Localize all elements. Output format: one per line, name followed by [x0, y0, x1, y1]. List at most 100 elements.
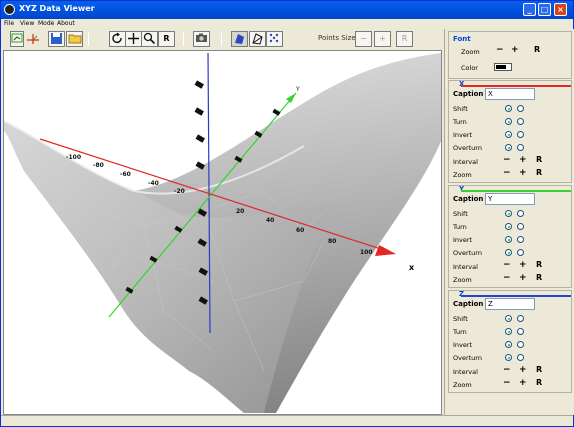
y-shift-radio-1[interactable] — [505, 210, 512, 217]
z-invert-radio-2[interactable] — [517, 341, 524, 348]
x-interval-reset-button[interactable]: R — [536, 155, 542, 164]
z-shift-radio-2[interactable] — [517, 315, 524, 322]
x-zoom-decrease-button[interactable]: − — [503, 168, 511, 178]
z-overturn-radio-1[interactable] — [505, 354, 512, 361]
settings-panel: Font Zoom − + R Color X Caption X Shift … — [444, 29, 574, 415]
y-turn-radio-2[interactable] — [517, 223, 524, 230]
y-zoom-decrease-button[interactable]: − — [503, 273, 511, 283]
z-zoom-increase-button[interactable]: + — [519, 378, 527, 388]
z-zoom-label: Zoom — [453, 381, 472, 389]
x-shift-label: Shift — [453, 105, 468, 113]
z-zoom-reset-button[interactable]: R — [536, 378, 542, 387]
y-axis-arrow — [286, 93, 296, 103]
plot-3d-viewport[interactable]: x Y -100 -80 -60 -40 -20 20 40 60 80 100 — [3, 50, 442, 415]
x-tick-label: -60 — [120, 171, 131, 178]
x-turn-radio-1[interactable] — [505, 118, 512, 125]
z-turn-radio-1[interactable] — [505, 328, 512, 335]
wireframe-mode-icon[interactable] — [249, 31, 266, 47]
y-turn-radio-1[interactable] — [505, 223, 512, 230]
move-icon[interactable] — [125, 31, 142, 47]
rotate-icon[interactable] — [109, 31, 126, 47]
z-turn-radio-2[interactable] — [517, 328, 524, 335]
x-zoom-increase-button[interactable]: + — [519, 168, 527, 178]
title-bar[interactable]: XYZ Data Viewer _ □ × — [1, 1, 573, 19]
x-shift-radio-2[interactable] — [517, 105, 524, 112]
points-mode-icon[interactable] — [266, 31, 283, 47]
y-invert-label: Invert — [453, 236, 473, 244]
menu-mode[interactable]: Mode — [38, 20, 54, 27]
y-section-accent-line — [461, 190, 571, 192]
x-interval-decrease-button[interactable]: − — [503, 155, 511, 165]
z-interval-decrease-button[interactable]: − — [503, 365, 511, 375]
z-shift-radio-1[interactable] — [505, 315, 512, 322]
z-interval-reset-button[interactable]: R — [536, 365, 542, 374]
z-overturn-radio-2[interactable] — [517, 354, 524, 361]
axes-icon[interactable] — [10, 31, 24, 47]
maximize-button[interactable]: □ — [538, 3, 551, 16]
axis-origin-icon[interactable] — [24, 31, 42, 47]
x-axis-label: x — [409, 263, 415, 272]
x-tick-label: 100 — [360, 249, 373, 256]
points-size-reset-button[interactable]: R — [396, 31, 413, 47]
minimize-button[interactable]: _ — [523, 3, 536, 16]
font-zoom-decrease-button[interactable]: − — [496, 45, 504, 55]
x-invert-radio-2[interactable] — [517, 131, 524, 138]
menu-view[interactable]: View — [20, 20, 34, 27]
z-caption-input[interactable]: Z — [485, 298, 535, 310]
y-interval-decrease-button[interactable]: − — [503, 260, 511, 270]
x-tick-label: -80 — [93, 162, 104, 169]
z-overturn-label: Overturn — [453, 354, 482, 362]
x-tick-label: 60 — [296, 227, 304, 234]
x-shift-radio-1[interactable] — [505, 105, 512, 112]
z-zoom-decrease-button[interactable]: − — [503, 378, 511, 388]
menu-bar: File View Mode About — [1, 19, 573, 29]
y-zoom-reset-button[interactable]: R — [536, 273, 542, 282]
open-folder-icon[interactable] — [66, 31, 83, 47]
x-tick-label: -40 — [148, 180, 159, 187]
y-interval-reset-button[interactable]: R — [536, 260, 542, 269]
points-size-decrease-button[interactable]: − — [355, 31, 372, 47]
y-zoom-label: Zoom — [453, 276, 472, 284]
y-caption-label: Caption — [453, 195, 484, 203]
x-zoom-label: Zoom — [453, 171, 472, 179]
y-shift-radio-2[interactable] — [517, 210, 524, 217]
menu-about[interactable]: About — [57, 20, 75, 27]
z-invert-radio-1[interactable] — [505, 341, 512, 348]
x-interval-label: Interval — [453, 158, 478, 166]
plot-3d-canvas[interactable]: x Y -100 -80 -60 -40 -20 20 40 60 80 100 — [4, 51, 441, 414]
x-interval-increase-button[interactable]: + — [519, 155, 527, 165]
x-invert-radio-1[interactable] — [505, 131, 512, 138]
x-caption-input[interactable]: X — [485, 88, 535, 100]
font-color-picker[interactable] — [494, 63, 512, 71]
x-zoom-reset-button[interactable]: R — [536, 168, 542, 177]
x-turn-label: Turn — [453, 118, 467, 126]
save-icon[interactable] — [48, 31, 65, 47]
menu-file[interactable]: File — [4, 20, 14, 27]
y-caption-input[interactable]: Y — [485, 193, 535, 205]
x-section-accent-line — [461, 85, 571, 87]
y-invert-radio-1[interactable] — [505, 236, 512, 243]
zoom-icon[interactable] — [141, 31, 158, 47]
reset-view-button[interactable]: R — [158, 31, 175, 47]
font-zoom-increase-button[interactable]: + — [511, 45, 519, 55]
close-button[interactable]: × — [554, 3, 567, 16]
surface-mode-icon[interactable] — [231, 31, 248, 47]
x-overturn-radio-2[interactable] — [517, 144, 524, 151]
font-color-swatch — [496, 65, 506, 69]
y-invert-radio-2[interactable] — [517, 236, 524, 243]
x-overturn-radio-1[interactable] — [505, 144, 512, 151]
y-overturn-radio-2[interactable] — [517, 249, 524, 256]
font-zoom-reset-button[interactable]: R — [534, 45, 540, 54]
y-overturn-radio-1[interactable] — [505, 249, 512, 256]
camera-icon[interactable] — [193, 31, 210, 47]
points-size-increase-button[interactable]: + — [374, 31, 391, 47]
y-interval-increase-button[interactable]: + — [519, 260, 527, 270]
toolbar-divider — [88, 32, 89, 46]
z-shift-label: Shift — [453, 315, 468, 323]
z-interval-label: Interval — [453, 368, 478, 376]
x-caption-label: Caption — [453, 90, 484, 98]
y-zoom-increase-button[interactable]: + — [519, 273, 527, 283]
x-turn-radio-2[interactable] — [517, 118, 524, 125]
z-caption-label: Caption — [453, 300, 484, 308]
z-interval-increase-button[interactable]: + — [519, 365, 527, 375]
